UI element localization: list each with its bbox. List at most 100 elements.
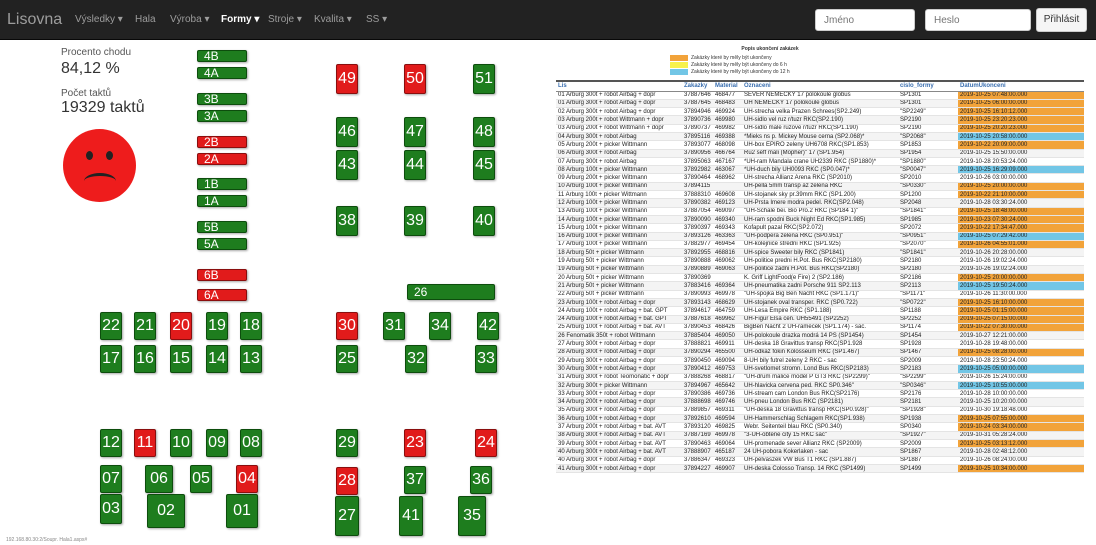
machine-tile-29[interactable]: 29 [336, 429, 358, 457]
table-row[interactable]: 07 Arburg 300t + robot Airbag 37895063 467… [556, 157, 1084, 167]
machine-tile-10[interactable]: 10 [170, 429, 192, 457]
table-row[interactable]: 01 Arburg 300t + robot Airbag + dopr 3788… [556, 91, 1084, 100]
machine-tile-35[interactable]: 35 [458, 496, 486, 536]
machine-tile-24[interactable]: 24 [475, 429, 497, 457]
table-row[interactable]: 20 Arburg 50t + picker Wittmann 37890369 K… [556, 273, 1084, 283]
machine-tile-31[interactable]: 31 [383, 312, 405, 340]
table-row[interactable]: 24 Arburg 100t + robot Airbag + bat. GPT… [556, 315, 1084, 324]
nav-vysledky[interactable]: Výsledky ▾ [75, 14, 123, 25]
machine-tile-19[interactable]: 19 [206, 312, 228, 340]
machine-tile-50[interactable]: 50 [404, 64, 426, 94]
machine-tile-17[interactable]: 17 [100, 345, 122, 373]
machine-tile-06[interactable]: 06 [145, 465, 173, 493]
table-row[interactable]: 38 Arburg 300t + robot Airbag + bat. AVT… [556, 431, 1084, 440]
table-row[interactable]: 10 Arburg 100t + picker Wittmann 37894115… [556, 182, 1084, 192]
table-row[interactable]: 23 Arburg 100t + robot Airbag + dopr 3789… [556, 298, 1084, 308]
table-row[interactable]: 39 Arburg 300t + robot Airbag + bat. AVT… [556, 439, 1084, 449]
table-row[interactable]: 13 Arburg 100t + picker Wittmann 37887054… [556, 207, 1084, 216]
machine-tile-44[interactable]: 44 [404, 150, 426, 180]
machine-tile-43[interactable]: 43 [336, 150, 358, 180]
machine-tile-5b[interactable]: 5B [197, 220, 247, 234]
machine-tile-2b[interactable]: 2B [197, 135, 247, 149]
nav-stroje[interactable]: Stroje ▾ [268, 14, 302, 25]
login-button[interactable]: Přihlásit [1036, 8, 1087, 32]
table-row[interactable]: 40 Arburg 300t + robot Airbag + dopr 3788… [556, 456, 1084, 465]
machine-tile-38[interactable]: 38 [336, 206, 358, 236]
table-row[interactable]: 05 Arburg 200t + picker Wittmann 37893077… [556, 140, 1084, 150]
machine-tile-47[interactable]: 47 [404, 117, 426, 147]
nav-vyroba[interactable]: Výroba ▾ [170, 14, 209, 25]
machine-tile-46[interactable]: 46 [336, 117, 358, 147]
machine-tile-13[interactable]: 13 [240, 345, 262, 373]
machine-tile-02[interactable]: 02 [147, 494, 185, 528]
machine-tile-37[interactable]: 37 [404, 466, 426, 494]
machine-tile-1b[interactable]: 1B [197, 177, 247, 191]
nav-kvalita[interactable]: Kvalita ▾ [314, 14, 352, 25]
table-row[interactable]: 34 Arburg 200t + robot Airbag + dopr 3788… [556, 397, 1084, 407]
table-row[interactable]: 41 Arburg 300t + robot Airbag + dopr 3789… [556, 464, 1084, 474]
nav-ss[interactable]: SS ▾ [366, 14, 387, 25]
column-header-datum[interactable]: DatumUkonceni [958, 82, 1084, 92]
table-row[interactable]: 04 Arburg 300t + robot Airbag 37895116 469… [556, 132, 1084, 142]
machine-tile-04[interactable]: 04 [236, 465, 258, 493]
table-row[interactable]: 26 Fenomatik 350t + robot Wittmann 378854… [556, 331, 1084, 341]
machine-tile-20[interactable]: 20 [170, 312, 192, 340]
machine-tile-03[interactable]: 03 [100, 494, 122, 524]
table-row[interactable]: 21 Arburg 50t + picker Wittmann 37883416 4… [556, 281, 1084, 291]
machine-tile-08[interactable]: 08 [240, 429, 262, 457]
nav-formy[interactable]: Formy ▾ [221, 14, 259, 25]
table-row[interactable]: 01 Arburg 300t + robot Airbag + dopr 3788… [556, 99, 1084, 109]
table-row[interactable]: 15 Arburg 100t + picker Wittmann 37890397… [556, 223, 1084, 233]
machine-tile-3a[interactable]: 3A [197, 109, 247, 123]
table-row[interactable]: 33 Arburg 300t + robot Airbag + dopr 3789… [556, 389, 1084, 399]
column-header-oznaceni[interactable]: Oznaceni [742, 82, 898, 92]
table-row[interactable]: 35 Arburg 300t + robot Airbag + dopr 3788… [556, 406, 1084, 416]
machine-tile-23[interactable]: 23 [404, 429, 426, 457]
table-row[interactable]: 40 Arburg 300t + robot Airbag + bat. AVT… [556, 447, 1084, 457]
table-row[interactable]: 14 Arburg 100t + picker Wittmann 37890090… [556, 215, 1084, 225]
table-row[interactable]: 36 Arburg 100t + robot Airbag + dopr 3789… [556, 414, 1084, 424]
machine-tile-48[interactable]: 48 [473, 117, 495, 147]
table-row[interactable]: 19 Arburg 50t + picker Wittmann 37890889 4… [556, 265, 1084, 275]
machine-tile-05[interactable]: 05 [190, 465, 212, 493]
machine-tile-32[interactable]: 32 [405, 345, 427, 373]
table-row[interactable]: 18 Arburg 50t + picker Wittmann 37892955 4… [556, 248, 1084, 258]
machine-tile-26[interactable]: 26 [407, 284, 495, 300]
username-input[interactable] [815, 9, 915, 31]
nav-hala[interactable]: Hala [135, 14, 156, 25]
machine-tile-5a[interactable]: 5A [197, 237, 247, 251]
password-input[interactable] [925, 9, 1031, 31]
machine-tile-45[interactable]: 45 [473, 150, 495, 180]
table-row[interactable]: 08 Arburg 100t + picker Wittmann 37892982… [556, 165, 1084, 175]
machine-tile-6b[interactable]: 6B [197, 268, 247, 282]
table-row[interactable]: 12 Arburg 100t + picker Wittmann 37890382… [556, 198, 1084, 208]
machine-tile-18[interactable]: 18 [240, 312, 262, 340]
machine-tile-49[interactable]: 49 [336, 64, 358, 94]
table-row[interactable]: 03 Arburg 200t + robot Wittmann + dopr 37… [556, 124, 1084, 134]
table-row[interactable]: 11 Arburg 100t + picker Wittmann 37888310… [556, 190, 1084, 200]
machine-tile-36[interactable]: 36 [470, 466, 492, 494]
table-row[interactable]: 16 Arburg 100t + picker Wittmann 37893126… [556, 232, 1084, 241]
brand-logo[interactable]: Lisovna [7, 11, 62, 29]
machine-tile-30[interactable]: 30 [336, 312, 358, 340]
table-row[interactable]: 29 Arburg 300t + robot Airbag + dopr 3789… [556, 356, 1084, 366]
table-row[interactable]: 19 Arburg 50t + picker Wittmann 37890888 4… [556, 256, 1084, 266]
table-row[interactable]: 17 Arburg 100t + picker Wittmann 37882977… [556, 240, 1084, 250]
machine-tile-34[interactable]: 34 [429, 312, 451, 340]
table-row[interactable]: 02 Arburg 300t + robot Airbag + dopr 3789… [556, 107, 1084, 117]
machine-tile-1a[interactable]: 1A [197, 194, 247, 208]
table-row[interactable]: 30 Arburg 300t + robot Airbag + dopr 3789… [556, 364, 1084, 374]
machine-tile-28[interactable]: 28 [336, 467, 358, 495]
table-row[interactable]: 06 Arburg 300t + robot Airbag 37890956 466… [556, 149, 1084, 158]
machine-tile-33[interactable]: 33 [475, 345, 497, 373]
table-row[interactable]: 28 Arburg 300t + robot Airbag + dopr 3789… [556, 348, 1084, 358]
machine-tile-40[interactable]: 40 [473, 206, 495, 236]
machine-tile-07[interactable]: 07 [100, 465, 122, 493]
machine-tile-01[interactable]: 01 [226, 494, 258, 528]
table-row[interactable]: 24 Arburg 100t + robot Airbag + bat. GPT… [556, 306, 1084, 316]
machine-tile-09[interactable]: 09 [206, 429, 228, 457]
machine-tile-21[interactable]: 21 [134, 312, 156, 340]
table-row[interactable]: 37 Arburg 200t + robot Airbag + bat. AVT… [556, 422, 1084, 432]
column-header-zakazky[interactable]: Zakazky [682, 82, 713, 92]
machine-tile-41[interactable]: 41 [399, 496, 423, 536]
